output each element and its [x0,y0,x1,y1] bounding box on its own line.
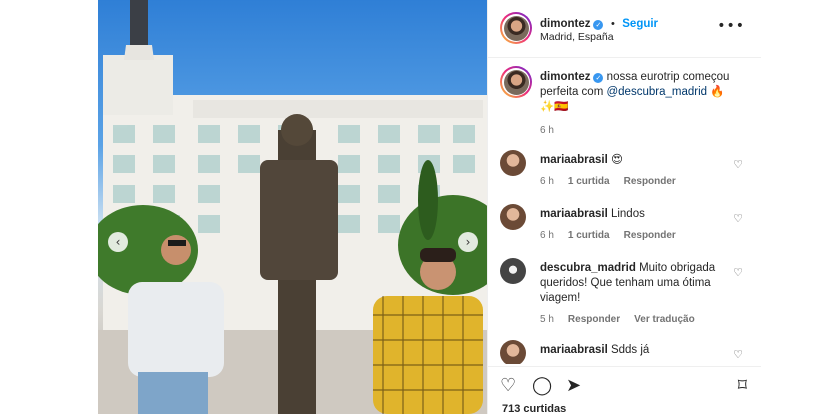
likes-count[interactable]: 713 curtidas [502,403,566,414]
author-username[interactable]: dimontez [540,18,590,30]
comment-likes-link[interactable]: 1 curtida [568,230,610,241]
verified-badge-icon: ✓ [593,20,604,30]
chevron-left-icon: ‹ [115,235,121,249]
caption-mention-link[interactable]: @descubra_madrid [606,86,707,98]
post-photo[interactable] [98,0,487,414]
caption-avatar[interactable] [500,66,532,98]
comment-likes-link[interactable]: 1 curtida [568,176,610,187]
comment-like-heart-icon[interactable]: ♡ [733,212,743,225]
separator-dot: • [610,18,615,30]
post-actions-bar: ♡ ◯ ➤ ⌑ 713 curtidas [488,366,761,414]
comment-icon[interactable]: ◯ [532,375,552,396]
post-header: dimontez ✓ • Seguir Madrid, España ••• [488,0,761,58]
caption-time: 6 h [540,125,554,136]
verified-badge-icon: ✓ [593,73,604,83]
commenter-avatar[interactable] [500,340,526,364]
comment-text: Sdds já [607,344,650,356]
share-icon[interactable]: ➤ [566,375,581,396]
comment-like-heart-icon[interactable]: ♡ [733,266,743,279]
comment-time: 6 h [540,230,554,241]
commenter-avatar[interactable] [500,150,526,176]
post-location[interactable]: Madrid, España [540,31,614,43]
comment-username[interactable]: descubra_madrid [540,262,636,274]
author-line: dimontez ✓ • Seguir [540,14,658,32]
comment-time: 5 h [540,314,554,325]
comment-time: 6 h [540,176,554,187]
commenter-avatar[interactable] [500,204,526,230]
see-translation-link[interactable]: Ver tradução [634,314,695,325]
chevron-right-icon: › [465,235,471,249]
comment-text: 😍 [607,154,623,166]
comment-username[interactable]: mariaabrasil [540,344,608,356]
commenter-avatar[interactable] [500,258,526,284]
caption-username[interactable]: dimontez [540,71,590,83]
reply-button[interactable]: Responder [568,314,620,325]
comment-username[interactable]: mariaabrasil [540,208,608,220]
follow-button[interactable]: Seguir [622,18,658,30]
comment-like-heart-icon[interactable]: ♡ [733,158,743,171]
heart-icon[interactable]: ♡ [500,375,516,396]
comment-like-heart-icon[interactable]: ♡ [733,348,743,361]
avatar-image [503,69,529,95]
previous-photo-button[interactable]: ‹ [108,232,128,252]
comment-text: Lindos [607,208,645,220]
comment-item: mariaabrasil Sdds já ♡ [500,340,755,364]
post-details-panel: dimontez ✓ • Seguir Madrid, España ••• di… [487,0,761,414]
more-options-icon[interactable]: ••• [717,18,745,34]
reply-button[interactable]: Responder [624,176,676,187]
post-caption: dimontez ✓ nossa eurotrip começou perfeit… [540,70,740,138]
comment-username[interactable]: mariaabrasil [540,154,608,166]
avatar-image [503,15,529,41]
bookmark-icon[interactable]: ⌑ [738,375,747,396]
next-photo-button[interactable]: › [458,232,478,252]
madrid-photo-illustration [98,0,487,414]
reply-button[interactable]: Responder [624,230,676,241]
author-avatar[interactable] [500,12,532,44]
